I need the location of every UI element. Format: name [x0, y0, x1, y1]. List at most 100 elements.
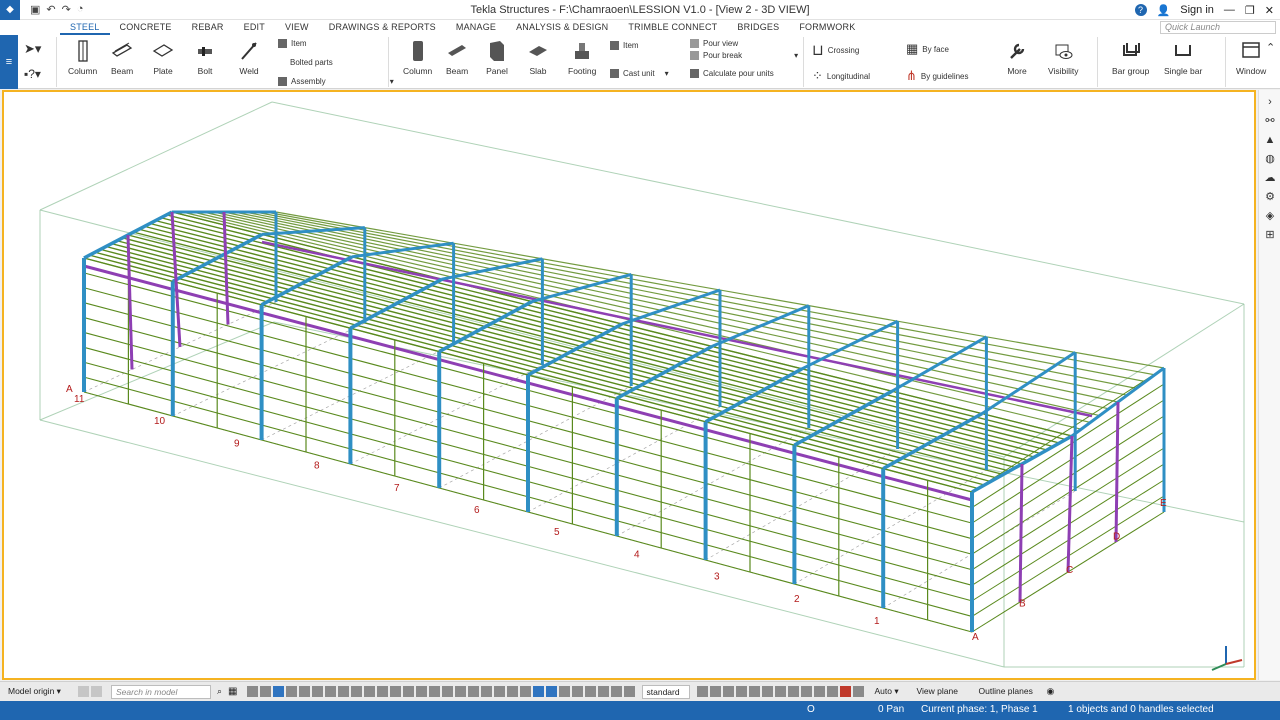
quick-launch-input[interactable]: Quick Launch	[1160, 21, 1276, 34]
snap-switch-icon[interactable]	[826, 686, 838, 697]
weld-button[interactable]: Weld	[238, 39, 260, 76]
select-arrow-icon[interactable]: ➤▾	[24, 41, 41, 57]
tab-trimble-connect[interactable]: TRIMBLE CONNECT	[618, 20, 727, 35]
snap-switch-icon[interactable]	[722, 686, 734, 697]
single-bar-button[interactable]: Single bar	[1164, 39, 1202, 76]
inquire-icon[interactable]: ▪?▾	[24, 67, 41, 81]
by-guidelines-button[interactable]: ⋔ By guidelines	[906, 68, 969, 84]
slab-button[interactable]: Slab	[527, 39, 549, 76]
longitudinal-button[interactable]: ⁘ Longitudinal	[812, 68, 870, 84]
selection-switch-icon[interactable]	[454, 686, 466, 697]
steel-rafter[interactable]	[981, 351, 1077, 415]
steel-item-button[interactable]: Item	[278, 39, 307, 48]
steel-rafter[interactable]	[711, 304, 810, 348]
snap-switch-icon[interactable]	[735, 686, 747, 697]
maximize-button[interactable]: ❐	[1245, 4, 1255, 17]
snap-switch-icon[interactable]	[774, 686, 786, 697]
visibility-button[interactable]: Visibility	[1048, 39, 1079, 76]
sign-in-link[interactable]: Sign in	[1180, 4, 1214, 16]
model-origin-dropdown[interactable]: Model origin ▾	[4, 685, 74, 699]
selection-switch-icon[interactable]	[558, 686, 570, 697]
selection-switch-icon[interactable]	[311, 686, 323, 697]
tekla-logo-icon[interactable]: ◆	[0, 0, 20, 20]
selection-switch-icon[interactable]	[519, 686, 531, 697]
by-face-button[interactable]: ▦ By face	[906, 41, 949, 57]
more-button[interactable]: More	[1006, 39, 1028, 76]
tab-bridges[interactable]: BRIDGES	[727, 20, 789, 35]
search-in-model-input[interactable]: Search in model	[111, 684, 211, 699]
crossing-button[interactable]: ⊔ Crossing	[812, 41, 859, 59]
save-icon[interactable]: ▣	[30, 3, 40, 16]
selection-switch-icon[interactable]	[467, 686, 479, 697]
tab-analysis-design[interactable]: ANALYSIS & DESIGN	[506, 20, 618, 35]
selection-switch-icon[interactable]	[610, 686, 622, 697]
selection-switch-icon[interactable]	[532, 686, 544, 697]
calculate-pour-units-button[interactable]: Calculate pour units	[690, 69, 774, 78]
ground-gridline[interactable]	[705, 448, 898, 561]
applications-icon[interactable]: ⊞	[1259, 225, 1280, 244]
selection-switch-icon[interactable]	[584, 686, 596, 697]
workplane-icon-2[interactable]	[91, 686, 102, 697]
bar-group-button[interactable]: Bar group	[1112, 39, 1149, 76]
close-button[interactable]: ✕	[1265, 4, 1274, 17]
selection-switch-icon[interactable]	[545, 686, 557, 697]
snap-switch-icon[interactable]	[813, 686, 825, 697]
assembly-button[interactable]: Assembly ▾	[278, 77, 394, 86]
selection-switch-icon[interactable]	[363, 686, 375, 697]
selection-switch-icon[interactable]	[350, 686, 362, 697]
auto-dropdown[interactable]: Auto ▾	[871, 685, 907, 699]
gable-column[interactable]	[1114, 401, 1120, 543]
snap-switch-icon[interactable]	[787, 686, 799, 697]
gable-column[interactable]	[222, 211, 230, 325]
help-icon[interactable]: ?	[1134, 4, 1147, 16]
selection-switch-icon[interactable]	[571, 686, 583, 697]
selection-switch-icon[interactable]	[597, 686, 609, 697]
grid-icon[interactable]: ▦	[228, 686, 237, 697]
tab-edit[interactable]: EDIT	[234, 20, 275, 35]
cube-icon[interactable]: ◈	[1259, 206, 1280, 225]
outline-planes-dropdown[interactable]: Outline planes ▾	[975, 685, 1041, 708]
selection-switch-icon[interactable]	[415, 686, 427, 697]
selection-switch-icon[interactable]	[272, 686, 284, 697]
settings-icon[interactable]: ⚙	[1259, 187, 1280, 206]
concrete-item-button[interactable]: Item	[610, 41, 639, 50]
window-button[interactable]: Window	[1236, 39, 1266, 76]
selection-switch-icon[interactable]	[506, 686, 518, 697]
model-view-3d[interactable]: 11 10 9 8 7 6 5 4 3 2 1 A A B C D E	[2, 90, 1256, 680]
selection-switch-icon[interactable]	[480, 686, 492, 697]
structure-model[interactable]: 11 10 9 8 7 6 5 4 3 2 1 A A B C D E	[4, 92, 1254, 678]
selection-switch-icon[interactable]	[402, 686, 414, 697]
tab-view[interactable]: VIEW	[275, 20, 319, 35]
tab-rebar[interactable]: REBAR	[182, 20, 234, 35]
search-icon[interactable]: ⌕	[217, 686, 222, 697]
tab-manage[interactable]: MANAGE	[446, 20, 506, 35]
user-icon[interactable]: 👤	[1157, 4, 1171, 17]
cloud-icon[interactable]: ☁	[1259, 168, 1280, 187]
redo-icon[interactable]: ↷	[62, 3, 71, 16]
snap-switch-icon[interactable]	[748, 686, 760, 697]
snap-switch-icon[interactable]	[761, 686, 773, 697]
footing-button[interactable]: Footing	[568, 39, 596, 76]
bolt-button[interactable]: Bolt	[194, 39, 216, 76]
gable-column[interactable]	[1066, 435, 1074, 573]
gable-girt[interactable]	[971, 367, 1165, 493]
tab-formwork[interactable]: FORMWORK	[789, 20, 865, 35]
bolted-parts-button[interactable]: Bolted parts	[290, 58, 333, 67]
cast-unit-button[interactable]: Cast unit ▾	[610, 69, 669, 78]
pour-view-button[interactable]: Pour view	[690, 39, 738, 48]
steel-column-button[interactable]: Column	[68, 39, 97, 76]
view-plane-dropdown[interactable]: View plane ▾	[913, 685, 969, 708]
work-area-box-line[interactable]	[1003, 303, 1245, 458]
gable-column[interactable]	[1018, 463, 1024, 603]
minimize-button[interactable]: —	[1224, 4, 1235, 16]
standard-dropdown[interactable]: standard ▾	[641, 684, 690, 709]
steel-beam-button[interactable]: Beam	[111, 39, 133, 76]
concrete-beam-button[interactable]: Beam	[446, 39, 468, 76]
selection-switch-icon[interactable]	[428, 686, 440, 697]
ground-gridline[interactable]	[527, 406, 721, 513]
tab-drawings-reports[interactable]: DRAWINGS & REPORTS	[319, 20, 446, 35]
work-area-box-line[interactable]	[39, 101, 273, 211]
ribbon-collapse-icon[interactable]: ⌃	[1266, 41, 1275, 54]
pour-break-button[interactable]: Pour break ▾	[690, 51, 798, 60]
visibility-toggle-icon[interactable]: ◉	[1047, 686, 1055, 697]
